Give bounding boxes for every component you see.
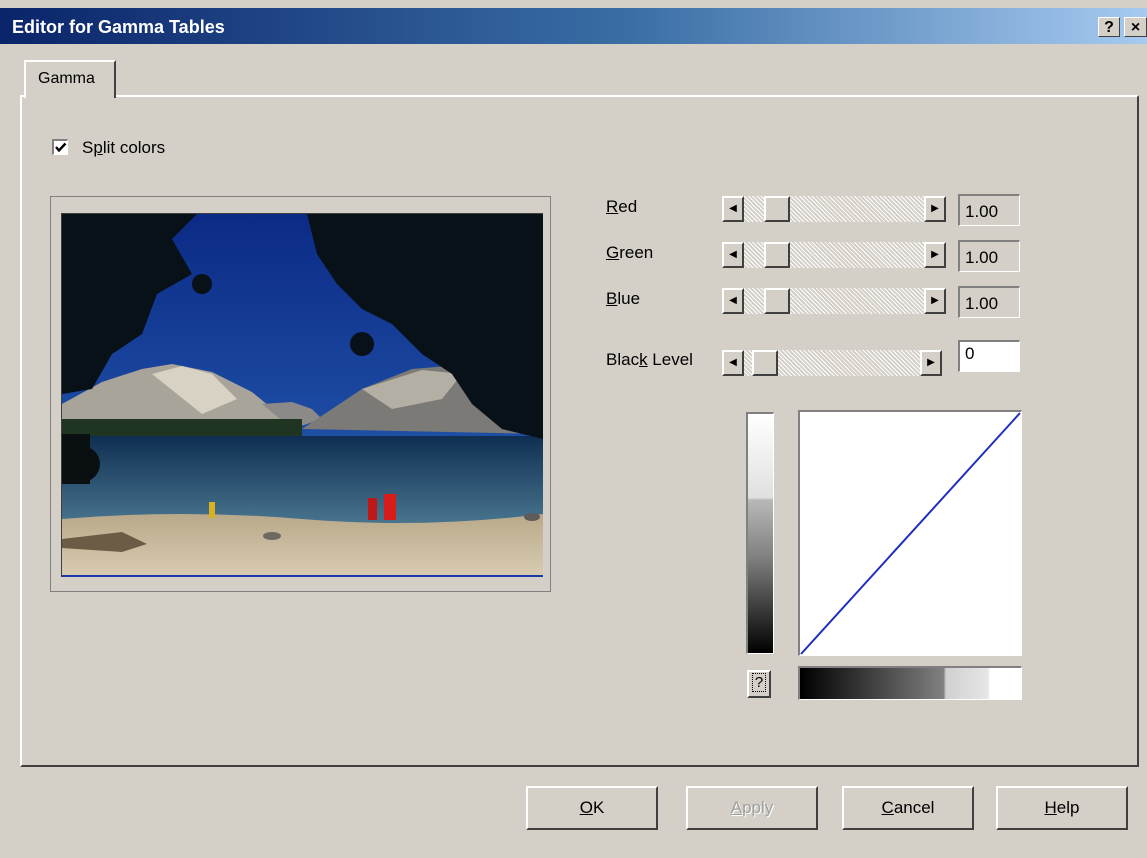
green-value-field[interactable]: 1.00: [958, 240, 1020, 272]
black-level-slider-thumb[interactable]: [752, 350, 778, 376]
apply-button[interactable]: Apply: [686, 786, 818, 830]
split-colors-checkbox[interactable]: [52, 139, 68, 155]
blue-left-arrow-icon[interactable]: ◀: [722, 288, 744, 314]
black-level-slider-track[interactable]: [744, 350, 920, 376]
black-level-left-arrow-icon[interactable]: ◀: [722, 350, 744, 376]
split-colors-label[interactable]: Split colors: [82, 138, 165, 158]
blue-label: Blue: [606, 289, 641, 308]
red-left-arrow-icon[interactable]: ◀: [722, 196, 744, 222]
gamma-curve-graph[interactable]: [798, 410, 1022, 656]
help-title-button[interactable]: ?: [1098, 17, 1120, 37]
help-button[interactable]: Help: [996, 786, 1128, 830]
gamma-curve: [800, 412, 1021, 655]
green-right-arrow-icon[interactable]: ▶: [924, 242, 946, 268]
red-slider-track[interactable]: [744, 196, 924, 222]
blue-right-arrow-icon[interactable]: ▶: [924, 288, 946, 314]
tab-gamma-label: Gamma: [38, 70, 95, 87]
input-gradient-bar: [798, 666, 1022, 700]
reset-button[interactable]: ?: [747, 670, 771, 698]
red-slider-thumb[interactable]: [764, 196, 790, 222]
blue-slider-track[interactable]: [744, 288, 924, 314]
red-right-arrow-icon[interactable]: ▶: [924, 196, 946, 222]
close-button[interactable]: ×: [1124, 17, 1147, 37]
green-slider-track[interactable]: [744, 242, 924, 268]
preview-frame: [50, 196, 551, 592]
green-slider-thumb[interactable]: [764, 242, 790, 268]
tab-gamma[interactable]: Gamma: [24, 60, 116, 98]
black-level-right-arrow-icon[interactable]: ▶: [920, 350, 942, 376]
cancel-button[interactable]: Cancel: [842, 786, 974, 830]
red-value-field[interactable]: 1.00: [958, 194, 1020, 226]
green-left-arrow-icon[interactable]: ◀: [722, 242, 744, 268]
window-title: Editor for Gamma Tables: [12, 17, 225, 37]
preview-image: [61, 213, 543, 577]
blue-slider-thumb[interactable]: [764, 288, 790, 314]
blue-value-field[interactable]: 1.00: [958, 286, 1020, 318]
output-gradient-bar: [746, 412, 774, 654]
black-level-value-field[interactable]: 0: [958, 340, 1020, 372]
green-label: Green: [606, 243, 654, 262]
checkmark-icon: [55, 142, 67, 153]
title-bar[interactable]: Editor for Gamma Tables ? ×: [0, 8, 1147, 44]
black-level-label: Black Level: [606, 350, 693, 369]
red-label: Red: [606, 197, 638, 216]
ok-button[interactable]: OK: [526, 786, 658, 830]
